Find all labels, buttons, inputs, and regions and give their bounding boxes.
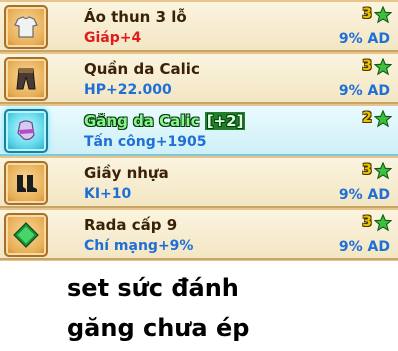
item-name: Áo thun 3 lỗ <box>84 8 187 26</box>
caption-line-2: găng chưa ép <box>67 314 250 342</box>
star-icon <box>374 110 392 128</box>
item-slot <box>4 5 48 49</box>
item-slot <box>4 161 48 205</box>
item-slot <box>4 109 48 153</box>
list-item-pants[interactable]: Quần da Calic HP+22.000 3 9% AD <box>0 54 398 104</box>
item-stat: Tấn công+1905 <box>84 134 207 150</box>
boots-icon <box>17 175 37 192</box>
glove-icon <box>17 120 35 141</box>
upgrade-badge: [+2] <box>204 112 246 130</box>
item-level: 3 <box>362 6 372 22</box>
equipment-list: Áo thun 3 lỗ Giáp+4 3 9% AD Quần da Cali… <box>0 0 398 261</box>
item-stat: KI+10 <box>84 186 132 202</box>
item-name: Găng da Calic [+2] <box>84 112 246 130</box>
item-ad: 9% AD <box>338 31 390 47</box>
item-slot <box>4 213 48 257</box>
item-stat: HP+22.000 <box>84 82 172 98</box>
item-name: Rada cấp 9 <box>84 216 178 234</box>
star-icon <box>374 58 392 76</box>
star-icon <box>374 6 392 24</box>
list-item-boots[interactable]: Giầy nhựa KI+10 3 9% AD <box>0 158 398 208</box>
item-name: Quần da Calic <box>84 60 200 78</box>
item-level: 3 <box>362 214 372 230</box>
list-item-radar[interactable]: Rada cấp 9 Chí mạng+9% 3 9% AD <box>0 210 398 260</box>
item-slot <box>4 57 48 101</box>
list-item-gloves[interactable]: Găng da Calic [+2] Tấn công+1905 2 <box>0 106 398 156</box>
list-item-shirt[interactable]: Áo thun 3 lỗ Giáp+4 3 9% AD <box>0 2 398 52</box>
item-level: 2 <box>362 110 372 126</box>
pants-icon <box>16 68 36 90</box>
item-stat: Giáp+4 <box>84 30 142 46</box>
caption-line-1: set sức đánh <box>67 274 239 302</box>
item-level: 3 <box>362 162 372 178</box>
item-stat: Chí mạng+9% <box>84 238 194 254</box>
star-icon <box>374 162 392 180</box>
item-ad: 9% AD <box>338 187 390 203</box>
shirt-icon <box>14 16 38 38</box>
star-icon <box>374 214 392 232</box>
item-level: 3 <box>362 58 372 74</box>
radar-icon <box>13 222 39 248</box>
item-name: Giầy nhựa <box>84 164 169 182</box>
item-ad: 9% AD <box>338 239 390 255</box>
item-ad: 9% AD <box>338 83 390 99</box>
